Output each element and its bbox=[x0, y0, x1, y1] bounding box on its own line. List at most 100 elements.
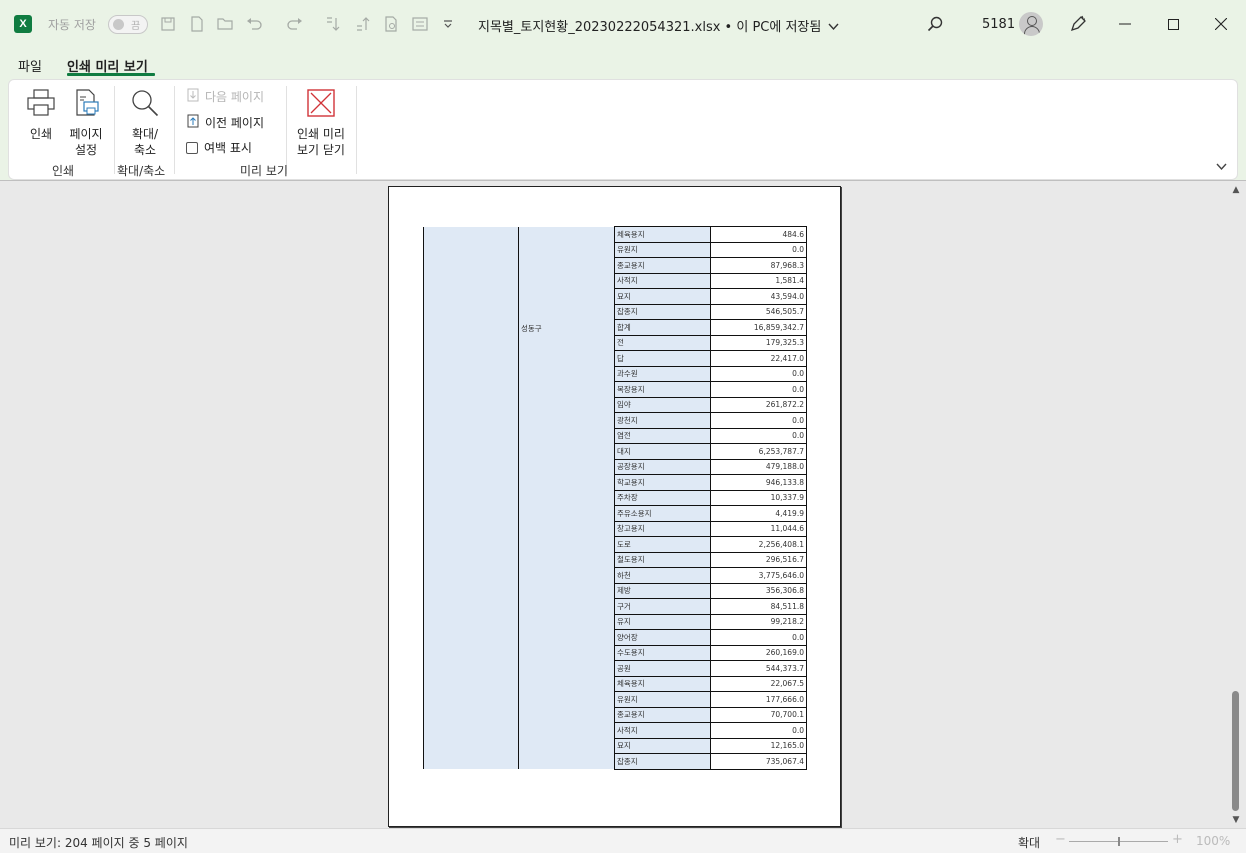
magnifier-icon bbox=[125, 88, 165, 122]
zoom-slider-thumb[interactable] bbox=[1118, 837, 1120, 846]
land-type-cell: 구거 bbox=[614, 598, 711, 615]
area-value-cell: 22,417.0 bbox=[710, 350, 807, 367]
land-type-cell: 종교용지 bbox=[614, 706, 711, 723]
sort-descending-icon[interactable] bbox=[352, 14, 372, 34]
page-setup-button[interactable]: 페이지 설정 bbox=[65, 88, 107, 158]
scroll-up-icon[interactable]: ▲ bbox=[1231, 185, 1241, 195]
area-value-cell: 0.0 bbox=[710, 427, 807, 444]
close-window-button[interactable] bbox=[1209, 12, 1233, 36]
land-type-cell: 양어장 bbox=[614, 629, 711, 646]
land-type-cell: 합계 bbox=[614, 319, 711, 336]
pen-icon[interactable] bbox=[1067, 13, 1089, 35]
district-cell: 성동구 bbox=[518, 319, 615, 769]
zoom-in-button[interactable]: + bbox=[1172, 832, 1183, 847]
sort-ascending-icon[interactable] bbox=[322, 14, 342, 34]
land-type-cell: 제방 bbox=[614, 582, 711, 599]
autosave-toggle[interactable]: 끔 bbox=[108, 15, 148, 34]
zoom-label[interactable]: 확대 bbox=[1018, 834, 1040, 851]
land-type-cell: 체육용지 bbox=[614, 675, 711, 692]
ribbon-expand-chevron-icon[interactable] bbox=[1216, 160, 1227, 174]
open-folder-icon[interactable] bbox=[215, 14, 235, 34]
area-value-cell: 544,373.7 bbox=[710, 660, 807, 677]
ribbon-divider bbox=[356, 86, 357, 174]
excel-logo-icon: X bbox=[14, 15, 32, 33]
undo-icon[interactable] bbox=[245, 14, 265, 34]
area-value-cell: 70,700.1 bbox=[710, 706, 807, 723]
area-value-cell: 0.0 bbox=[710, 722, 807, 739]
area-value-cell: 546,505.7 bbox=[710, 303, 807, 320]
area-value-cell: 0.0 bbox=[710, 412, 807, 429]
autosave-state: 끔 bbox=[131, 21, 141, 32]
search-icon[interactable] bbox=[924, 13, 946, 35]
active-tab-indicator bbox=[67, 73, 155, 76]
maximize-button[interactable] bbox=[1161, 12, 1185, 36]
area-value-cell: 261,872.2 bbox=[710, 396, 807, 413]
district-cell bbox=[518, 226, 615, 320]
land-type-cell: 공원 bbox=[614, 660, 711, 677]
land-type-cell: 창고용지 bbox=[614, 520, 711, 537]
land-type-cell: 공장용지 bbox=[614, 458, 711, 475]
document-title[interactable]: 지목별_토지현황_20230222054321.xlsx • 이 PC에 저장됨 bbox=[478, 16, 840, 35]
print-button[interactable]: 인쇄 bbox=[25, 88, 57, 142]
area-value-cell: 11,044.6 bbox=[710, 520, 807, 537]
scrollbar-thumb[interactable] bbox=[1232, 691, 1239, 811]
page-status: 미리 보기: 204 페이지 중 5 페이지 bbox=[9, 836, 188, 850]
land-type-cell: 유원지 bbox=[614, 691, 711, 708]
area-value-cell: 3,775,646.0 bbox=[710, 567, 807, 584]
table-row: 체육용지 484.6 bbox=[423, 226, 807, 769]
ribbon-divider bbox=[174, 86, 175, 174]
area-value-cell: 43,594.0 bbox=[710, 288, 807, 305]
title-bar: X 자동 저장 끔 지목별_토지현황_20230222054321.xlsx •… bbox=[0, 0, 1246, 48]
land-type-cell: 사적지 bbox=[614, 272, 711, 289]
land-type-cell: 주차장 bbox=[614, 489, 711, 506]
land-type-cell: 묘지 bbox=[614, 737, 711, 754]
area-value-cell: 87,968.3 bbox=[710, 257, 807, 274]
redo-icon[interactable] bbox=[284, 14, 304, 34]
group-label-preview: 미리 보기 bbox=[240, 164, 288, 178]
land-type-cell: 학교용지 bbox=[614, 474, 711, 491]
print-preview-icon[interactable] bbox=[381, 14, 401, 34]
area-value-cell: 22,067.5 bbox=[710, 675, 807, 692]
autosave-label: 자동 저장 bbox=[48, 18, 96, 32]
area-value-cell: 179,325.3 bbox=[710, 334, 807, 351]
minimize-button[interactable] bbox=[1113, 12, 1137, 36]
show-margins-checkbox[interactable]: 여백 표시 bbox=[186, 139, 252, 156]
arrow-down-page-icon bbox=[187, 88, 199, 105]
land-type-cell: 답 bbox=[614, 350, 711, 367]
scroll-down-icon[interactable]: ▼ bbox=[1231, 815, 1241, 825]
vertical-scrollbar[interactable]: ▲ ▼ bbox=[1229, 181, 1243, 828]
user-avatar-icon[interactable] bbox=[1019, 12, 1043, 36]
close-preview-icon bbox=[293, 88, 349, 122]
next-page-button[interactable]: 다음 페이지 bbox=[187, 88, 264, 105]
previous-page-button[interactable]: 이전 페이지 bbox=[187, 114, 264, 131]
land-type-cell: 전 bbox=[614, 334, 711, 351]
area-value-cell: 296,516.7 bbox=[710, 551, 807, 568]
land-type-cell: 철도용지 bbox=[614, 551, 711, 568]
land-type-cell: 잡종지 bbox=[614, 753, 711, 770]
land-type-cell: 잡종지 bbox=[614, 303, 711, 320]
area-value-cell: 84,511.8 bbox=[710, 598, 807, 615]
land-use-table: 체육용지 484.6 유원지 0.0 종교용지 87,968.3 사적지 1,581.4 묘지 4… bbox=[423, 226, 807, 770]
area-value-cell: 10,337.9 bbox=[710, 489, 807, 506]
land-type-cell: 유지 bbox=[614, 613, 711, 630]
zoom-percentage[interactable]: 100% bbox=[1196, 834, 1230, 848]
form-icon[interactable] bbox=[410, 14, 430, 34]
zoom-out-button[interactable]: − bbox=[1055, 832, 1066, 847]
save-icon[interactable] bbox=[158, 14, 178, 34]
land-type-cell: 하천 bbox=[614, 567, 711, 584]
land-type-cell: 염전 bbox=[614, 427, 711, 444]
close-preview-button[interactable]: 인쇄 미리 보기 닫기 bbox=[293, 88, 349, 158]
land-type-cell: 유원지 bbox=[614, 241, 711, 258]
zoom-button[interactable]: 확대/ 축소 bbox=[125, 88, 165, 158]
area-value-cell: 356,306.8 bbox=[710, 582, 807, 599]
tab-file[interactable]: 파일 bbox=[18, 56, 42, 75]
user-number: 5181 bbox=[982, 17, 1016, 32]
group-label-print: 인쇄 bbox=[52, 164, 75, 178]
print-preview-area[interactable]: 체육용지 484.6 유원지 0.0 종교용지 87,968.3 사적지 1,581.4 묘지 4… bbox=[0, 180, 1246, 828]
land-type-cell: 임야 bbox=[614, 396, 711, 413]
ribbon-divider bbox=[286, 86, 287, 174]
customize-toolbar-icon[interactable] bbox=[438, 14, 458, 34]
new-file-icon[interactable] bbox=[187, 14, 207, 34]
area-value-cell: 12,165.0 bbox=[710, 737, 807, 754]
land-type-cell: 묘지 bbox=[614, 288, 711, 305]
